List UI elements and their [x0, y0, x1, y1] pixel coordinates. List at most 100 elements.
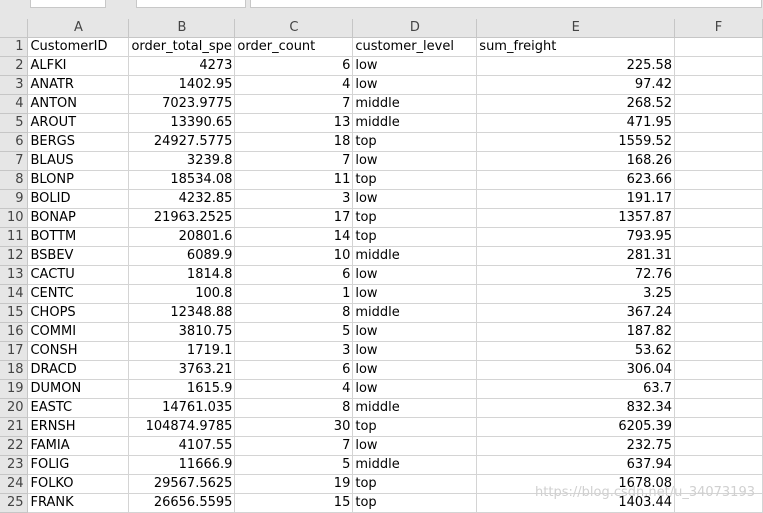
- cell[interactable]: CustomerID: [27, 37, 130, 57]
- cell[interactable]: [674, 170, 763, 190]
- row-header[interactable]: 2: [0, 56, 29, 76]
- cell[interactable]: 1559.52: [476, 132, 676, 152]
- cell[interactable]: BOTTM: [27, 227, 130, 247]
- cell[interactable]: top: [352, 170, 478, 190]
- cell[interactable]: 4: [234, 75, 354, 95]
- cell[interactable]: ANTON: [27, 94, 130, 114]
- row-header[interactable]: 5: [0, 113, 29, 133]
- cell[interactable]: 6205.39: [476, 417, 676, 437]
- cell[interactable]: 7023.9775: [128, 94, 236, 114]
- function-box[interactable]: [136, 0, 246, 8]
- row-header[interactable]: 9: [0, 189, 29, 209]
- cell[interactable]: 3.25: [476, 284, 676, 304]
- cell[interactable]: 14761.035: [128, 398, 236, 418]
- cell[interactable]: COMMI: [27, 322, 130, 342]
- cell[interactable]: [674, 246, 763, 266]
- cell[interactable]: 13: [234, 113, 354, 133]
- cell[interactable]: 637.94: [476, 455, 676, 475]
- cell[interactable]: 268.52: [476, 94, 676, 114]
- cell[interactable]: 97.42: [476, 75, 676, 95]
- cell[interactable]: [674, 417, 763, 437]
- cell[interactable]: 1615.9: [128, 379, 236, 399]
- cell[interactable]: 5: [234, 455, 354, 475]
- cell[interactable]: middle: [352, 455, 478, 475]
- cell[interactable]: 3: [234, 341, 354, 361]
- cell[interactable]: middle: [352, 246, 478, 266]
- cell[interactable]: BLAUS: [27, 151, 130, 171]
- cell[interactable]: 4: [234, 379, 354, 399]
- cell[interactable]: 53.62: [476, 341, 676, 361]
- cell[interactable]: low: [352, 265, 478, 285]
- cell[interactable]: 12348.88: [128, 303, 236, 323]
- row-header[interactable]: 4: [0, 94, 29, 114]
- row-header[interactable]: 23: [0, 455, 29, 475]
- row-header[interactable]: 17: [0, 341, 29, 361]
- cell[interactable]: ANATR: [27, 75, 130, 95]
- cell[interactable]: 21963.2525: [128, 208, 236, 228]
- cell[interactable]: BLONP: [27, 170, 130, 190]
- cell[interactable]: 24927.5775: [128, 132, 236, 152]
- cell[interactable]: 281.31: [476, 246, 676, 266]
- cell[interactable]: top: [352, 208, 478, 228]
- cell[interactable]: [674, 455, 763, 475]
- cell[interactable]: 100.8: [128, 284, 236, 304]
- row-header[interactable]: 20: [0, 398, 29, 418]
- cell[interactable]: 3810.75: [128, 322, 236, 342]
- cell[interactable]: low: [352, 341, 478, 361]
- cell[interactable]: [674, 94, 763, 114]
- cell[interactable]: 20801.6: [128, 227, 236, 247]
- cell[interactable]: [674, 303, 763, 323]
- cell[interactable]: DUMON: [27, 379, 130, 399]
- column-header-b[interactable]: B: [128, 19, 236, 38]
- row-header[interactable]: 3: [0, 75, 29, 95]
- cell[interactable]: [674, 398, 763, 418]
- cell[interactable]: low: [352, 284, 478, 304]
- cell[interactable]: 3763.21: [128, 360, 236, 380]
- cell[interactable]: low: [352, 56, 478, 76]
- cell[interactable]: 471.95: [476, 113, 676, 133]
- cell[interactable]: 7: [234, 436, 354, 456]
- row-header[interactable]: 7: [0, 151, 29, 171]
- cell[interactable]: 18534.08: [128, 170, 236, 190]
- row-header[interactable]: 22: [0, 436, 29, 456]
- column-header-c[interactable]: C: [234, 19, 354, 38]
- cell[interactable]: [674, 75, 763, 95]
- cell[interactable]: [674, 37, 763, 57]
- cell[interactable]: sum_freight: [476, 37, 676, 57]
- cell[interactable]: 14: [234, 227, 354, 247]
- cell[interactable]: 4273: [128, 56, 236, 76]
- cell[interactable]: [674, 132, 763, 152]
- row-header[interactable]: 15: [0, 303, 29, 323]
- cell[interactable]: 623.66: [476, 170, 676, 190]
- name-box[interactable]: [30, 0, 106, 8]
- cell[interactable]: low: [352, 189, 478, 209]
- cell[interactable]: low: [352, 379, 478, 399]
- column-header-a[interactable]: A: [27, 19, 130, 38]
- cell[interactable]: top: [352, 474, 478, 494]
- formula-input[interactable]: [250, 0, 762, 8]
- cell[interactable]: 7: [234, 94, 354, 114]
- cell[interactable]: 72.76: [476, 265, 676, 285]
- cell[interactable]: top: [352, 417, 478, 437]
- cell[interactable]: 1719.1: [128, 341, 236, 361]
- cell[interactable]: top: [352, 227, 478, 247]
- cell[interactable]: 168.26: [476, 151, 676, 171]
- cell[interactable]: 793.95: [476, 227, 676, 247]
- row-header[interactable]: 8: [0, 170, 29, 190]
- cell[interactable]: AROUT: [27, 113, 130, 133]
- cell[interactable]: 30: [234, 417, 354, 437]
- cell[interactable]: 367.24: [476, 303, 676, 323]
- cell[interactable]: customer_level: [352, 37, 478, 57]
- row-header[interactable]: 1: [0, 37, 29, 57]
- cell[interactable]: [674, 208, 763, 228]
- cell[interactable]: 191.17: [476, 189, 676, 209]
- row-header[interactable]: 11: [0, 227, 29, 247]
- column-header-e[interactable]: E: [476, 19, 676, 38]
- cell[interactable]: [674, 189, 763, 209]
- cell[interactable]: order_total_spe: [128, 37, 236, 57]
- cell[interactable]: 6: [234, 360, 354, 380]
- cell[interactable]: middle: [352, 398, 478, 418]
- cell[interactable]: 7: [234, 151, 354, 171]
- cell[interactable]: 18: [234, 132, 354, 152]
- cell[interactable]: 6089.9: [128, 246, 236, 266]
